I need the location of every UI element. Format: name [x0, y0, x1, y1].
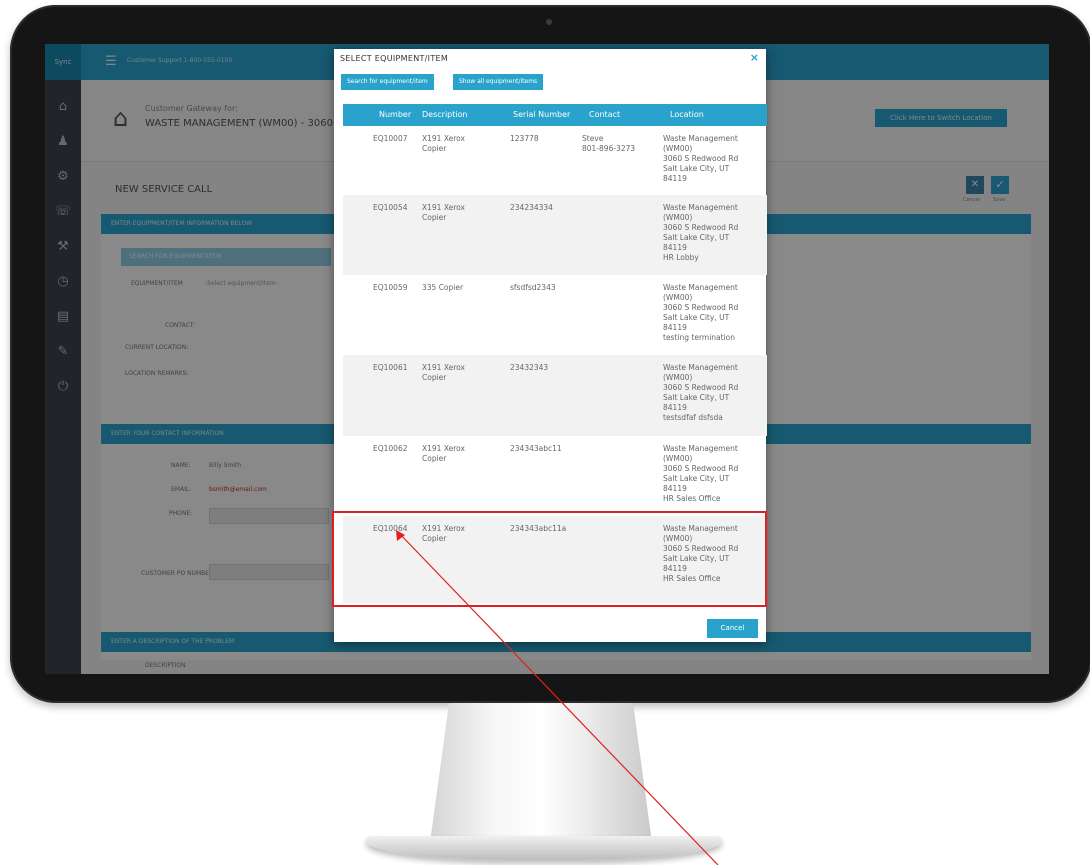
location: Waste Management (WM00) 3060 S Redwood Rd S…: [663, 363, 739, 422]
contact: Steve 801-896-3273: [582, 134, 636, 153]
camera-dot: [546, 19, 552, 25]
equipment-number: EQ10054: [373, 203, 408, 212]
table-row[interactable]: EQ10059 335 Copier sfsdfsd2343 Waste Man…: [343, 275, 767, 355]
serial-number: 23432343: [510, 363, 549, 372]
monitor-base: [366, 836, 722, 860]
table-row[interactable]: EQ10007 X191 Xerox Copier 123778 Steve 801…: [343, 126, 767, 195]
cancel-button[interactable]: Cancel: [707, 619, 758, 638]
row-highlight-annotation: [332, 511, 767, 607]
equipment-description: X191 Xerox Copier: [422, 203, 465, 222]
equipment-number: EQ10007: [373, 134, 408, 143]
location: Waste Management (WM00) 3060 S Redwood Rd S…: [663, 134, 739, 183]
equipment-number: EQ10061: [373, 363, 408, 372]
location: Waste Management (WM00) 3060 S Redwood Rd S…: [663, 203, 739, 262]
column-serial-number: Serial Number: [513, 110, 571, 119]
table-header: Number Description Serial Number Contact…: [343, 104, 767, 126]
equipment-description: X191 Xerox Copier: [422, 444, 465, 463]
serial-number: 234343abc11: [510, 444, 562, 453]
equipment-number: EQ10059: [373, 283, 408, 292]
close-icon[interactable]: ×: [750, 52, 759, 63]
table-row[interactable]: EQ10054 X191 Xerox Copier 234234334 Waste…: [343, 195, 767, 275]
serial-number: sfsdfsd2343: [510, 283, 556, 292]
serial-number: 123778: [510, 134, 539, 143]
table-row[interactable]: EQ10061 X191 Xerox Copier 23432343 Waste …: [343, 355, 767, 436]
equipment-description: X191 Xerox Copier: [422, 134, 465, 153]
location: Waste Management (WM00) 3060 S Redwood Rd S…: [663, 283, 739, 342]
column-number: Number: [379, 110, 412, 119]
monitor-stand: [429, 703, 653, 845]
equipment-description: X191 Xerox Copier: [422, 363, 465, 382]
serial-number: 234234334: [510, 203, 553, 212]
show-all-equipment-button[interactable]: Show all equipment/items: [453, 74, 544, 90]
table-row[interactable]: EQ10062 X191 Xerox Copier 234343abc11 Was…: [343, 436, 767, 516]
column-contact: Contact: [589, 110, 621, 119]
column-description: Description: [422, 110, 468, 119]
column-location: Location: [670, 110, 704, 119]
search-equipment-button[interactable]: Search for equipment/item: [341, 74, 434, 90]
equipment-description: 335 Copier: [422, 283, 464, 292]
location: Waste Management (WM00) 3060 S Redwood Rd S…: [663, 444, 739, 503]
modal-title: SELECT EQUIPMENT/ITEM: [340, 54, 449, 63]
equipment-number: EQ10062: [373, 444, 408, 453]
